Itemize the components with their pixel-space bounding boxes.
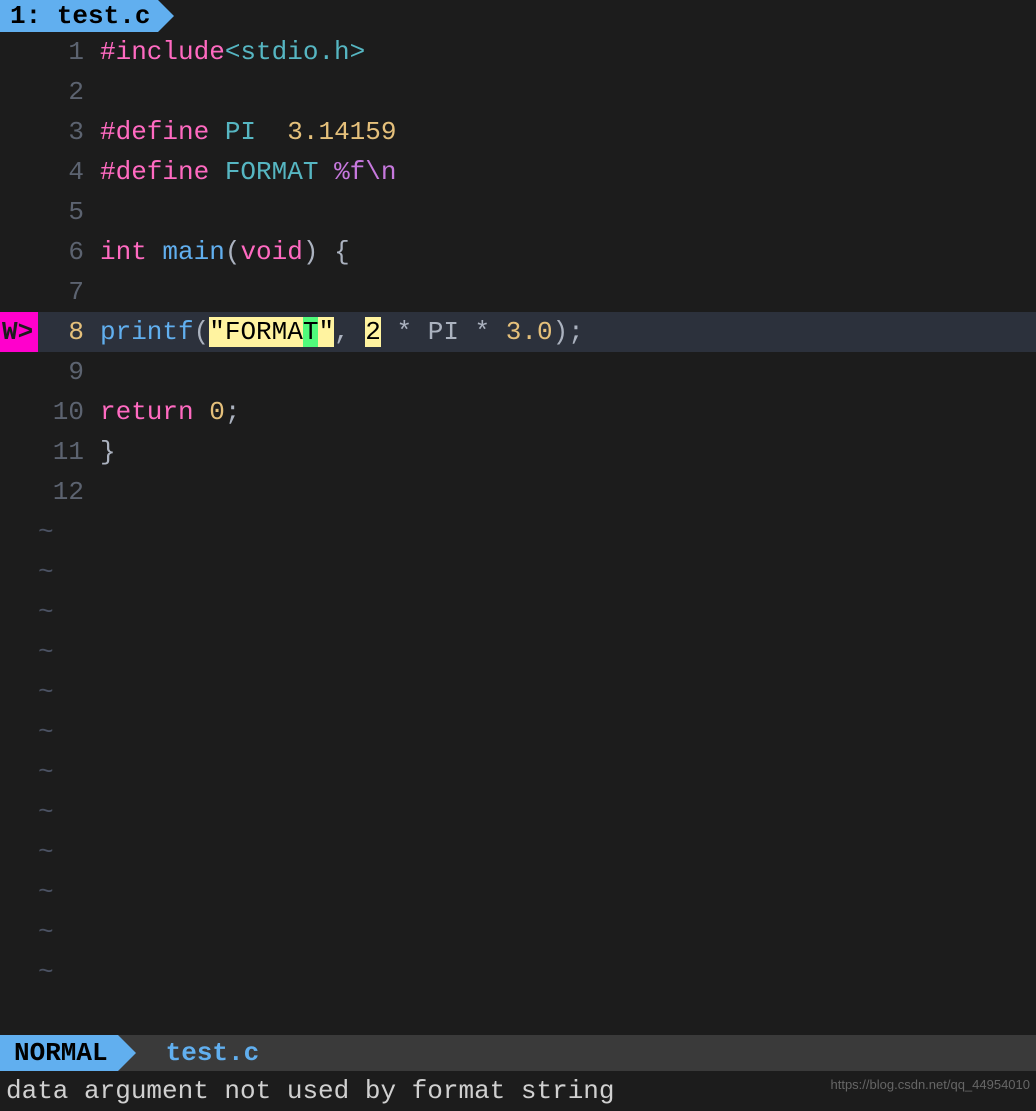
- code-line: 12: [0, 472, 1036, 512]
- empty-line-tilde: ~: [0, 952, 1036, 992]
- code: #define FORMAT %f\n: [100, 152, 1036, 192]
- empty-line-tilde: ~: [0, 512, 1036, 552]
- line-number: 7: [38, 272, 100, 312]
- line-number: 11: [38, 432, 100, 472]
- empty-line-tilde: ~: [0, 872, 1036, 912]
- sign-column: [0, 112, 38, 152]
- sign-column: [0, 352, 38, 392]
- empty-line-tilde: ~: [0, 792, 1036, 832]
- line-number: 1: [38, 32, 100, 72]
- tab-bar: 1: test.c: [0, 0, 1036, 32]
- sign-column: [0, 472, 38, 512]
- line-number: 12: [38, 472, 100, 512]
- code: #define PI 3.14159: [100, 112, 1036, 152]
- code: return 0;: [100, 392, 1036, 432]
- sign-column: [0, 432, 38, 472]
- empty-line-tilde: ~: [0, 632, 1036, 672]
- code-line: 6 int main(void) {: [0, 232, 1036, 272]
- empty-line-tilde: ~: [0, 672, 1036, 712]
- code-line: 1 #include<stdio.h>: [0, 32, 1036, 72]
- line-number: 6: [38, 232, 100, 272]
- code-line: 4 #define FORMAT %f\n: [0, 152, 1036, 192]
- empty-line-tilde: ~: [0, 552, 1036, 592]
- line-number: 9: [38, 352, 100, 392]
- sign-column: [0, 392, 38, 432]
- code-line: 7: [0, 272, 1036, 312]
- editor-area[interactable]: 1 #include<stdio.h> 2 3 #define PI 3.141…: [0, 32, 1036, 992]
- cursor: T: [303, 317, 319, 347]
- empty-line-tilde: ~: [0, 712, 1036, 752]
- line-number: 10: [38, 392, 100, 432]
- tab-filename: test.c: [57, 0, 151, 36]
- code: printf("FORMAT", 2 * PI * 3.0);: [100, 312, 1036, 352]
- status-filename: test.c: [118, 1035, 260, 1071]
- watermark: https://blog.csdn.net/qq_44954010: [831, 1065, 1031, 1105]
- empty-line-tilde: ~: [0, 752, 1036, 792]
- code: }: [100, 432, 1036, 472]
- sign-column: [0, 272, 38, 312]
- code-line: 9: [0, 352, 1036, 392]
- code-line: 2: [0, 72, 1036, 112]
- mode-indicator: NORMAL: [0, 1035, 118, 1071]
- warning-sign[interactable]: W>: [0, 312, 38, 352]
- sign-column: [0, 32, 38, 72]
- sign-column: [0, 152, 38, 192]
- line-number: 4: [38, 152, 100, 192]
- empty-line-tilde: ~: [0, 832, 1036, 872]
- sign-column: [0, 232, 38, 272]
- code-line: 5: [0, 192, 1036, 232]
- tab-index: 1:: [10, 0, 41, 36]
- line-number: 3: [38, 112, 100, 152]
- code-line: 10 return 0;: [0, 392, 1036, 432]
- line-number: 2: [38, 72, 100, 112]
- code-line-current: W> 8 printf("FORMAT", 2 * PI * 3.0);: [0, 312, 1036, 352]
- empty-line-tilde: ~: [0, 912, 1036, 952]
- code-line: 3 #define PI 3.14159: [0, 112, 1036, 152]
- line-number: 5: [38, 192, 100, 232]
- code-line: 11 }: [0, 432, 1036, 472]
- code: #include<stdio.h>: [100, 32, 1036, 72]
- code: int main(void) {: [100, 232, 1036, 272]
- sign-column: [0, 192, 38, 232]
- sign-column: [0, 72, 38, 112]
- line-number-current: 8: [38, 312, 100, 352]
- tab-active[interactable]: 1: test.c: [0, 0, 158, 32]
- empty-line-tilde: ~: [0, 592, 1036, 632]
